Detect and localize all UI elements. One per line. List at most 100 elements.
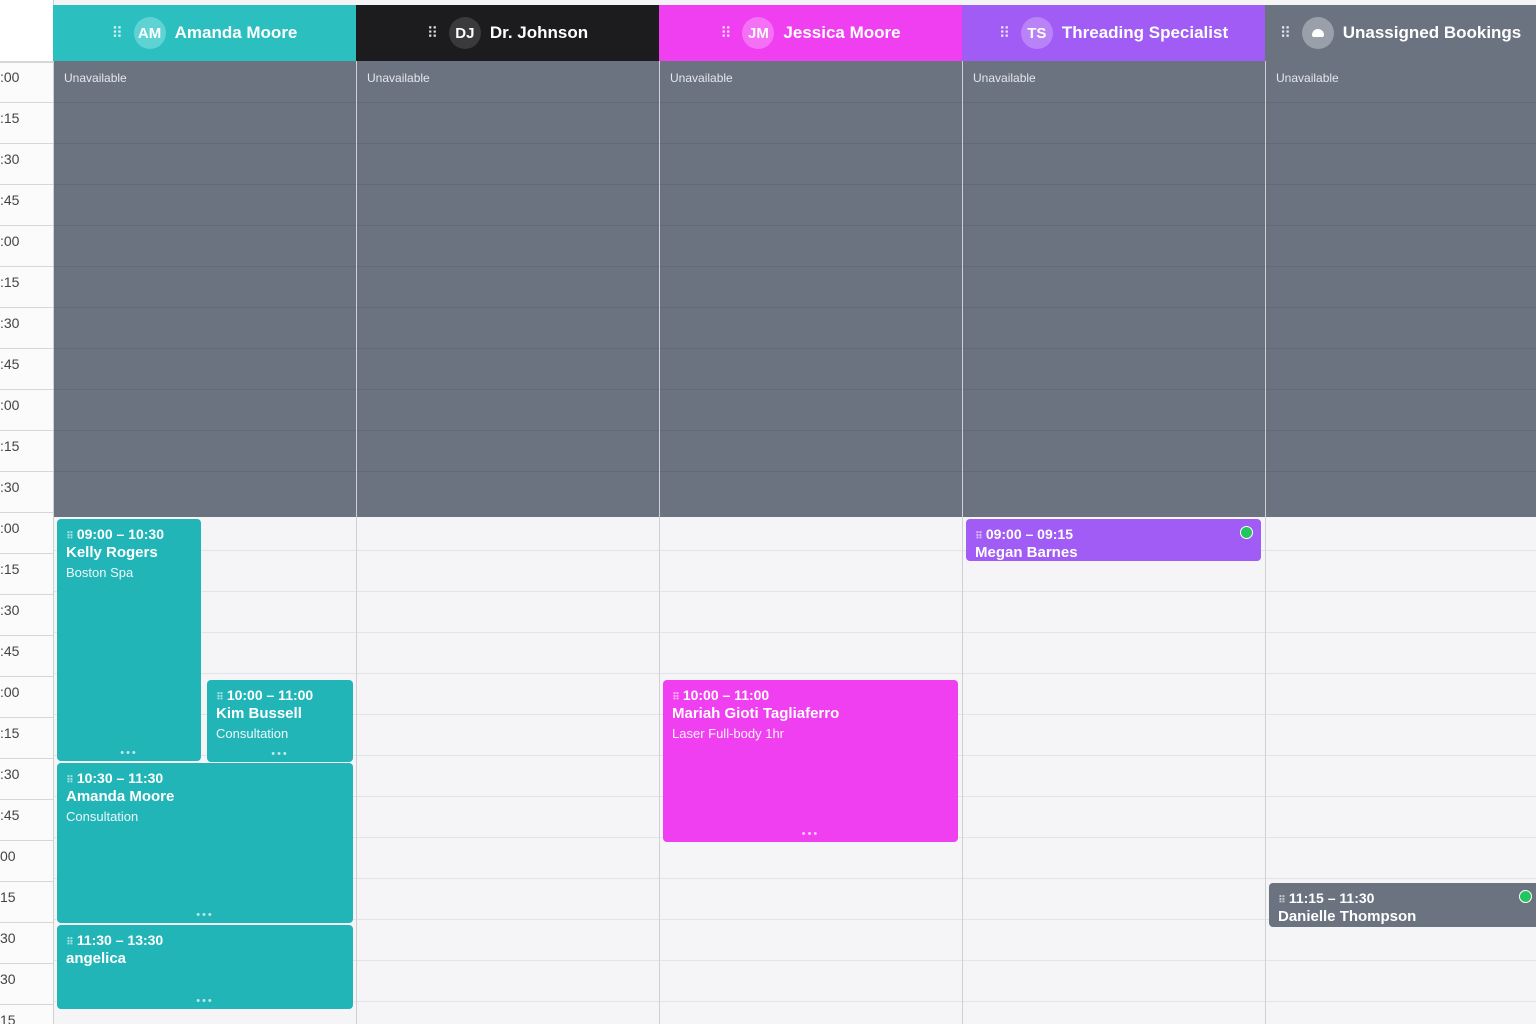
unavailable-block: Unavailable <box>54 61 356 517</box>
grid-line <box>54 348 356 349</box>
more-options-icon[interactable]: ••• <box>57 995 353 1007</box>
grid-line <box>963 878 1265 879</box>
unavailable-block: Unavailable <box>660 61 962 517</box>
appointment-time: ⠿ 11:15 – 11:30 <box>1278 890 1375 906</box>
column-amanda-moore[interactable]: Unavailable ⠿ 09:00 – 10:30 Kelly Rogers Bos… <box>53 61 356 1024</box>
grid-line <box>54 471 356 472</box>
column-dr-johnson[interactable]: Unavailable <box>356 61 659 1024</box>
time-gutter-line <box>0 102 53 103</box>
grid-line <box>660 632 962 633</box>
drag-handle-icon[interactable]: ⠿ <box>112 24 123 42</box>
column-threading-specialist[interactable]: Unavailable ⠿ 09:00 – 09:15 Megan Barnes <box>962 61 1265 1024</box>
time-label: :45 <box>0 807 20 823</box>
appointment-amanda[interactable]: ⠿ 10:30 – 11:30 Amanda Moore Consultation ••… <box>57 763 353 923</box>
unassigned-avatar-icon <box>1301 17 1334 49</box>
grid-line <box>1266 673 1536 674</box>
drag-handle-icon[interactable]: ⠿ <box>975 531 983 542</box>
grid-line <box>660 225 962 226</box>
person-icon <box>1311 29 1324 37</box>
status-indicator-icon <box>1519 890 1532 903</box>
avatar: DJ <box>448 17 481 49</box>
time-label: :15 <box>0 110 20 126</box>
appointment-kim[interactable]: ⠿ 10:00 – 11:00 Kim Bussell Consultation ••• <box>207 680 353 762</box>
drag-handle-icon[interactable]: ⠿ <box>720 24 731 42</box>
grid-line <box>357 919 659 920</box>
grid-line <box>1266 389 1536 390</box>
appointment-kelly[interactable]: ⠿ 09:00 – 10:30 Kelly Rogers Boston Spa ••• <box>57 519 201 761</box>
more-options-icon[interactable]: ••• <box>663 828 958 840</box>
time-label: 15 <box>0 1012 16 1024</box>
drag-handle-icon[interactable]: ⠿ <box>1280 24 1291 42</box>
grid-line <box>1266 1001 1536 1002</box>
grid-line <box>1266 102 1536 103</box>
time-gutter-line <box>0 717 53 718</box>
time-gutter-line <box>0 389 53 390</box>
grid-line <box>660 471 962 472</box>
column-header-name: Threading Specialist <box>1061 23 1229 42</box>
drag-handle-icon[interactable]: ⠿ <box>1278 895 1286 906</box>
drag-handle-icon[interactable]: ⠿ <box>672 692 680 703</box>
time-label: :45 <box>0 192 20 208</box>
grid-line <box>963 225 1265 226</box>
time-label: :00 <box>0 520 20 536</box>
grid-line <box>357 225 659 226</box>
column-jessica-moore[interactable]: Unavailable ⠿ 10:00 – 11:00 Mariah Gioti Ta… <box>659 61 962 1024</box>
drag-handle-icon[interactable]: ⠿ <box>427 24 438 42</box>
appointment-danielle[interactable]: ⠿ 11:15 – 11:30 Danielle Thompson <box>1269 883 1536 927</box>
grid-line <box>54 430 356 431</box>
appointment-client-name: Kim Bussell <box>216 705 302 722</box>
column-header-threading-specialist[interactable]: ⠿ TS Threading Specialist <box>962 5 1265 61</box>
grid-line <box>357 102 659 103</box>
more-options-icon[interactable]: ••• <box>57 747 201 759</box>
appointment-service: Boston Spa <box>66 565 134 580</box>
column-header-unassigned[interactable]: ⠿ Unassigned Bookings <box>1265 5 1536 61</box>
appointment-client-name: Mariah Gioti Tagliaferro <box>672 705 840 722</box>
unavailable-label: Unavailable <box>64 71 127 85</box>
appointment-service: Laser Full-body 1hr <box>672 726 784 741</box>
grid-line <box>357 348 659 349</box>
column-unassigned[interactable]: Unavailable ⠿ 11:15 – 11:30 Danielle Thomps… <box>1265 61 1536 1024</box>
grid-line <box>963 796 1265 797</box>
drag-handle-icon[interactable]: ⠿ <box>66 937 74 948</box>
time-gutter-line <box>0 963 53 964</box>
time-label: :00 <box>0 69 20 85</box>
appointment-mariah[interactable]: ⠿ 10:00 – 11:00 Mariah Gioti Tagliaferro La… <box>663 680 958 842</box>
appointment-megan[interactable]: ⠿ 09:00 – 09:15 Megan Barnes <box>966 519 1261 561</box>
grid-line <box>1266 143 1536 144</box>
appointment-service: Consultation <box>66 809 139 824</box>
more-options-icon[interactable]: ••• <box>57 909 353 921</box>
time-gutter-line <box>0 799 53 800</box>
column-header-jessica-moore[interactable]: ⠿ JM Jessica Moore <box>659 5 962 61</box>
column-header-dr-johnson[interactable]: ⠿ DJ Dr. Johnson <box>356 5 659 61</box>
grid-line <box>660 102 962 103</box>
drag-handle-icon[interactable]: ⠿ <box>66 775 74 786</box>
time-gutter-line <box>0 61 53 62</box>
time-label: :30 <box>0 602 20 618</box>
grid-line <box>963 102 1265 103</box>
grid-line <box>963 673 1265 674</box>
unavailable-label: Unavailable <box>367 71 430 85</box>
grid-line <box>660 960 962 961</box>
grid-line <box>963 471 1265 472</box>
grid-line <box>1266 591 1536 592</box>
time-gutter-line <box>0 758 53 759</box>
more-options-icon[interactable]: ••• <box>207 748 353 760</box>
time-label: 00 <box>0 848 16 864</box>
column-header-name: Jessica Moore <box>783 23 901 42</box>
drag-handle-icon[interactable]: ⠿ <box>216 692 224 703</box>
appointment-time: ⠿ 10:00 – 11:00 <box>216 687 314 703</box>
time-gutter-line <box>0 635 53 636</box>
drag-handle-icon[interactable]: ⠿ <box>66 531 74 542</box>
column-header-amanda-moore[interactable]: ⠿ AM Amanda Moore <box>53 5 356 61</box>
appointment-time: ⠿ 10:00 – 11:00 <box>672 687 770 703</box>
unavailable-block: Unavailable <box>963 61 1265 517</box>
grid-line <box>963 755 1265 756</box>
grid-line <box>357 1001 659 1002</box>
appointment-angelica[interactable]: ⠿ 11:30 – 13:30 angelica ••• <box>57 925 353 1009</box>
time-label: :15 <box>0 274 20 290</box>
drag-handle-icon[interactable]: ⠿ <box>999 24 1010 42</box>
time-gutter-line <box>0 512 53 513</box>
time-gutter-line <box>0 143 53 144</box>
column-header-name: Amanda Moore <box>174 23 298 42</box>
time-label: :15 <box>0 438 20 454</box>
